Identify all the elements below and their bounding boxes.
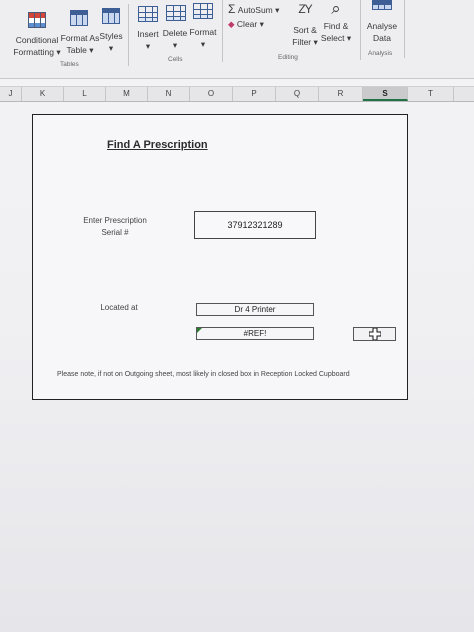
column-header[interactable]: P	[233, 87, 276, 101]
analyse-data-label: Analyse	[366, 21, 398, 31]
sort-filter-label: Sort &	[293, 25, 317, 35]
format-cells-icon	[193, 3, 213, 19]
autosum-icon: Σ	[228, 2, 236, 16]
sort-filter-icon: ZY	[298, 2, 312, 16]
conditional-formatting-sublabel: Formatting ▾	[13, 47, 61, 57]
format-sublabel: ▾	[200, 39, 206, 49]
serial-label-line2: Serial #	[101, 228, 129, 237]
insert-button[interactable]: Insert ▾	[134, 28, 162, 52]
serial-label: Enter Prescription Serial #	[77, 215, 153, 239]
delete-button[interactable]: Delete ▾	[160, 27, 190, 51]
location-result-cell[interactable]: Dr 4 Printer	[196, 303, 314, 316]
cell-styles-sublabel: ▾	[108, 43, 114, 53]
clear-label: Clear ▾	[236, 19, 264, 29]
analyse-data-button[interactable]: Analyse Data	[362, 20, 402, 44]
ribbon-separator	[128, 4, 129, 66]
serial-label-line1: Enter Prescription	[83, 216, 147, 225]
sort-filter-sublabel: Filter ▾	[292, 37, 318, 47]
column-header[interactable]: L	[64, 87, 106, 101]
format-as-table-icon	[70, 10, 88, 26]
eraser-icon: ◆	[228, 19, 235, 29]
ribbon: Conditional Formatting ▾ Format As Table…	[0, 0, 474, 79]
insert-cells-icon	[138, 6, 158, 22]
find-prescription-form: Find A Prescription Enter Prescription S…	[32, 114, 408, 400]
selected-cell[interactable]	[353, 327, 396, 341]
find-select-sublabel: Select ▾	[320, 33, 352, 43]
conditional-formatting-button[interactable]: Conditional Formatting ▾	[12, 34, 62, 58]
conditional-formatting-icon	[28, 12, 46, 28]
ribbon-separator	[404, 0, 405, 58]
column-header-bar: J K L M N O P Q R S T	[0, 86, 474, 102]
delete-cells-icon	[166, 5, 186, 21]
analyse-data-icon	[372, 0, 392, 10]
analyse-data-sublabel: Data	[373, 33, 391, 43]
column-header-selected[interactable]: S	[363, 87, 408, 101]
find-select-label: Find &	[323, 21, 349, 31]
cell-styles-button[interactable]: Styles ▾	[98, 30, 124, 54]
find-select-button[interactable]: ⌕ Find & Select ▾	[318, 0, 354, 44]
cell-styles-label: Styles	[99, 31, 123, 41]
column-header[interactable]: K	[22, 87, 64, 101]
format-as-table-label: Format As	[60, 33, 100, 43]
format-button[interactable]: Format ▾	[188, 26, 218, 50]
note-text: Please note, if not on Outgoing sheet, m…	[57, 371, 350, 378]
conditional-formatting-label: Conditional	[15, 35, 59, 45]
plus-cursor-icon	[368, 328, 381, 340]
serial-input[interactable]: 37912321289	[194, 211, 316, 239]
ribbon-separator	[360, 0, 361, 60]
error-result-cell[interactable]: #REF!	[196, 327, 314, 340]
ribbon-separator	[222, 0, 223, 62]
form-title: Find A Prescription	[107, 139, 208, 151]
format-as-table-button[interactable]: Format As Table ▾	[60, 32, 100, 56]
insert-label: Insert	[137, 29, 159, 39]
editing-group-label: Editing	[278, 54, 298, 61]
delete-sublabel: ▾	[172, 40, 178, 50]
sort-filter-button[interactable]: ZY Sort & Filter ▾	[288, 0, 322, 48]
column-header[interactable]: R	[319, 87, 363, 101]
column-header[interactable]: O	[190, 87, 233, 101]
magnifier-icon: ⌕	[331, 0, 341, 18]
format-as-table-sublabel: Table ▾	[66, 45, 94, 55]
located-label: Located at	[100, 303, 138, 312]
column-header[interactable]: Q	[276, 87, 319, 101]
cell-styles-icon	[102, 8, 120, 24]
error-value: #REF!	[243, 329, 267, 338]
column-header[interactable]: M	[106, 87, 148, 101]
column-header[interactable]: T	[408, 87, 454, 101]
green-triangle-icon	[197, 328, 202, 333]
cells-group-label: Cells	[168, 56, 183, 63]
autosum-button[interactable]: Σ AutoSum ▾	[228, 0, 290, 18]
tables-group-label: Tables	[60, 61, 79, 68]
format-label: Format	[189, 27, 217, 37]
column-header[interactable]: N	[148, 87, 190, 101]
analysis-group-label: Analysis	[368, 50, 393, 57]
insert-sublabel: ▾	[145, 41, 151, 51]
clear-button[interactable]: ◆ Clear ▾	[228, 18, 278, 30]
delete-label: Delete	[162, 28, 188, 38]
column-header[interactable]: J	[0, 87, 22, 101]
autosum-label: AutoSum ▾	[237, 5, 280, 15]
